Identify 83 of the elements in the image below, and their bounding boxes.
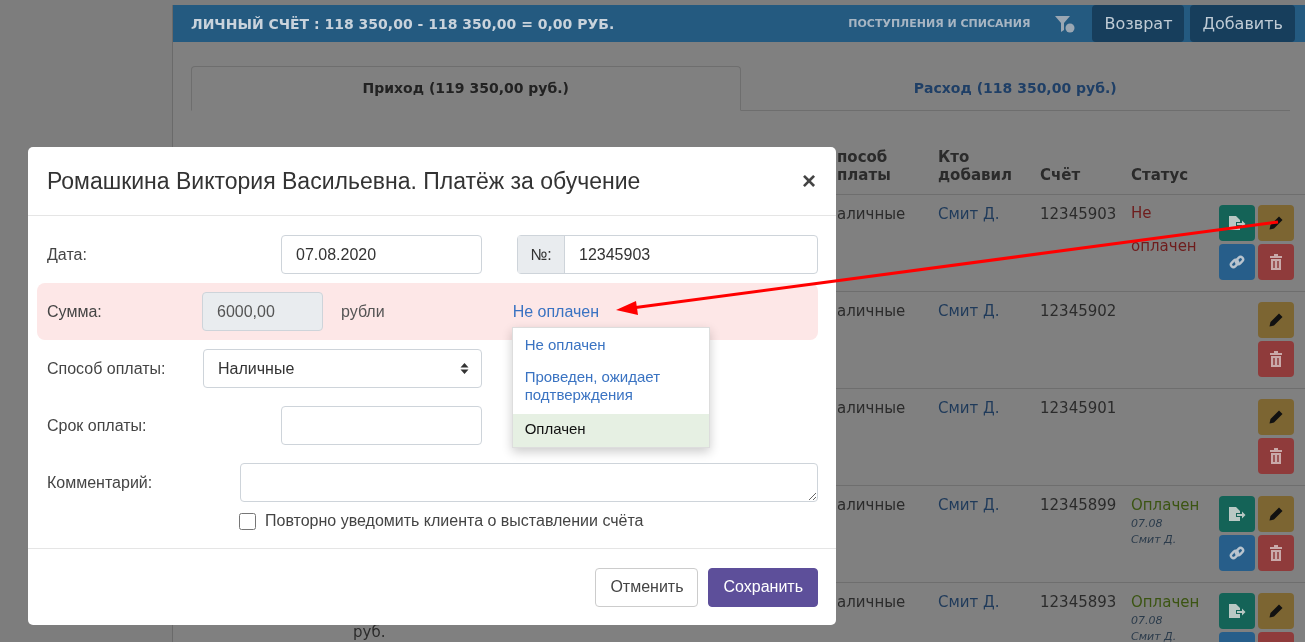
due-date-field[interactable]: [281, 406, 482, 445]
field-label: Способ оплаты:: [47, 359, 167, 378]
trash-icon: [1269, 448, 1283, 464]
comment-field[interactable]: [240, 463, 818, 502]
document-arrow-icon: [1228, 603, 1246, 619]
field-label: Комментарий:: [47, 473, 154, 492]
payment-method-select[interactable]: Наличные: [203, 349, 482, 388]
table-cell: руб.: [353, 623, 386, 641]
table-cell: аличные: [837, 496, 906, 514]
delete-button[interactable]: [1258, 244, 1294, 280]
table-cell: 12345903: [1040, 205, 1117, 223]
document-arrow-icon: [1228, 506, 1246, 522]
table-cell: 12345901: [1040, 399, 1117, 417]
menu-item[interactable]: Проведен, ожидает подтверждения: [512, 363, 709, 410]
pencil-icon: [1268, 312, 1284, 328]
table-cell: Смит Д.: [938, 205, 1000, 223]
status-author: Смит Д.: [1131, 630, 1177, 642]
trash-icon: [1269, 254, 1283, 270]
edit-button[interactable]: [1258, 302, 1294, 338]
header-button[interactable]: Возврат: [1092, 5, 1185, 42]
link-button[interactable]: [1219, 535, 1255, 571]
pencil-icon: [1268, 409, 1284, 425]
status-text: Оплачен: [1131, 496, 1200, 514]
export-button[interactable]: [1219, 205, 1255, 241]
status-dropdown-link[interactable]: Не оплачен: [512, 302, 600, 320]
column-header: Статус: [1131, 166, 1189, 184]
save-button[interactable]: Сохранить: [708, 567, 818, 607]
status-text: Не оплачен: [1131, 203, 1198, 257]
delete-button[interactable]: [1258, 438, 1294, 474]
pencil-icon: [1268, 215, 1284, 231]
menu-item[interactable]: Не оплачен: [512, 331, 709, 360]
table-cell: аличные: [837, 302, 906, 320]
column-header: Кто добавил: [938, 148, 1012, 184]
column-header: Счёт: [1040, 166, 1081, 184]
transactions-link[interactable]: ПОСТУПЛЕНИЯ И СПИСАНИЯ: [848, 17, 1031, 30]
status-author: Смит Д.: [1131, 533, 1177, 546]
filter-icon[interactable]: [1054, 14, 1077, 33]
edit-button[interactable]: [1258, 205, 1294, 241]
date-field[interactable]: 07.08.2020: [281, 235, 482, 274]
close-button[interactable]: ×: [800, 167, 818, 195]
currency-label: рубли: [341, 302, 385, 321]
checkbox-label: Повторно уведомить клиента о выставлении счёта: [265, 512, 644, 530]
table-cell: Смит Д.: [938, 496, 1000, 514]
table-cell: аличные: [837, 593, 906, 611]
sort-caret-icon: [460, 362, 469, 375]
export-button[interactable]: [1219, 593, 1255, 629]
edit-button[interactable]: [1258, 593, 1294, 629]
status-text: Оплачен: [1131, 593, 1200, 611]
link-icon: [1229, 254, 1245, 270]
status-date: 07.08: [1131, 517, 1163, 530]
field-label: Дата:: [47, 245, 88, 264]
number-field[interactable]: №: 12345903: [517, 235, 818, 274]
edit-button[interactable]: [1258, 399, 1294, 435]
delete-button[interactable]: [1258, 535, 1294, 571]
table-cell: 12345902: [1040, 302, 1117, 320]
table-cell: 12345893: [1040, 593, 1117, 611]
trash-icon: [1269, 351, 1283, 367]
pencil-icon: [1268, 506, 1284, 522]
document-arrow-icon: [1228, 215, 1246, 231]
field-label: Сумма:: [47, 302, 103, 321]
cancel-button[interactable]: Отменить: [595, 567, 699, 607]
table-cell: аличные: [837, 205, 906, 223]
delete-button[interactable]: [1258, 341, 1294, 377]
trash-icon: [1269, 545, 1283, 561]
pencil-icon: [1268, 603, 1284, 619]
tab[interactable]: Приход (119 350,00 руб.): [191, 66, 741, 111]
table-cell: Смит Д.: [938, 593, 1000, 611]
link-button[interactable]: [1219, 244, 1255, 280]
status-date: 07.08: [1131, 614, 1163, 627]
link-icon: [1229, 545, 1245, 561]
menu-item[interactable]: Оплачен: [512, 413, 709, 447]
table-cell: Смит Д.: [938, 399, 1000, 417]
export-button[interactable]: [1219, 496, 1255, 532]
account-title: ЛИЧНЫЙ СЧЁТ : 118 350,00 - 118 350,00 = 0,00 РУБ.: [191, 15, 616, 32]
field-label: Срок оплаты:: [47, 416, 148, 435]
column-header: пособ платы: [837, 148, 891, 184]
dialog-title: Ромашкина Виктория Васильевна. Платёж за обучение: [47, 167, 641, 195]
notify-checkbox[interactable]: [239, 512, 256, 530]
edit-button[interactable]: [1258, 496, 1294, 532]
table-cell: аличные: [837, 399, 906, 417]
table-cell: 12345899: [1040, 496, 1117, 514]
table-cell: Смит Д.: [938, 302, 1000, 320]
header-button[interactable]: Добавить: [1190, 5, 1295, 42]
